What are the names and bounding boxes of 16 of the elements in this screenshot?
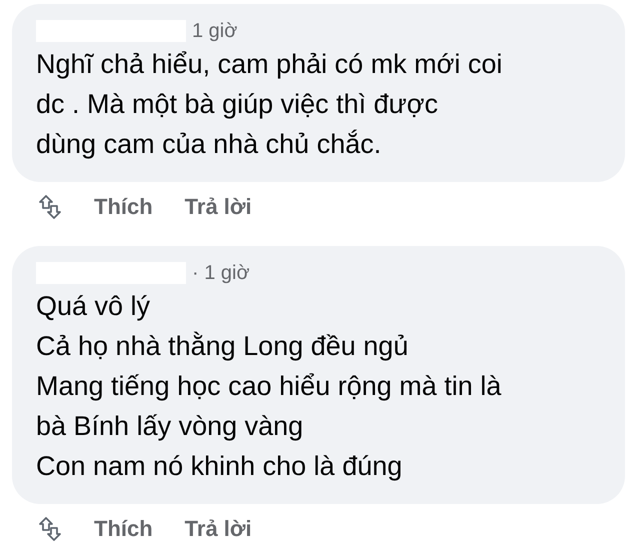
comment-text: Mang tiếng học cao hiểu rộng mà tin là — [36, 370, 502, 403]
comment-time: 1 giờ — [192, 20, 238, 42]
comment-text: Nghĩ chả hiểu, cam phải có mk mới coi — [36, 48, 504, 81]
comment-text: dc . Mà một bà giúp việc thì được — [36, 88, 439, 121]
comment-action-link[interactable]: Trả lời — [184, 516, 252, 542]
comment-text: dùng cam của nhà chủ chắc. — [36, 128, 382, 161]
comment-action-link[interactable]: Trả lời — [184, 194, 252, 220]
comment-text: Quá vô lý — [36, 290, 152, 323]
comment-action-link[interactable]: Thích — [94, 194, 153, 220]
swap-arrows-icon[interactable] — [38, 516, 62, 542]
comment-action-link[interactable]: Thích — [94, 516, 153, 542]
comment-text: bà Bính lấy vòng vàng — [36, 410, 304, 443]
comment-text: Con nam nó khinh cho là đúng — [36, 450, 404, 483]
comment-time: · 1 giờ — [192, 262, 250, 284]
swap-arrows-icon[interactable] — [38, 194, 62, 220]
comment-text: Cả họ nhà thằng Long đều ngủ — [36, 330, 410, 363]
